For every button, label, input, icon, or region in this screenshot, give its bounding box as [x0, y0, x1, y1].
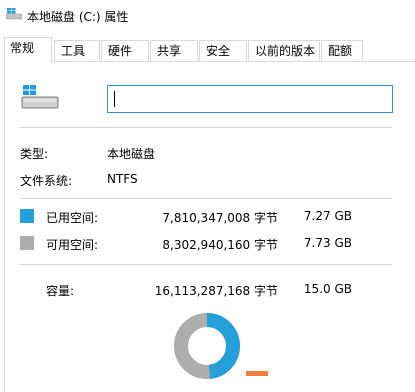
drive-name-input[interactable]: [107, 85, 393, 113]
capacity-bytes: 16,113,287,168 字节: [154, 284, 278, 298]
type-value: 本地磁盘: [107, 147, 156, 161]
free-space-swatch: [20, 236, 34, 250]
drive-icon: [21, 85, 59, 109]
used-space-size: 7.27 GB: [303, 209, 352, 223]
capacity-size: 15.0 GB: [303, 282, 352, 296]
used-space-swatch: [20, 209, 34, 223]
divider: [20, 264, 392, 265]
free-space-label: 可用空间:: [46, 238, 99, 252]
used-space-ring: [206, 313, 240, 379]
filesystem-label: 文件系统:: [20, 174, 73, 188]
divider: [20, 198, 392, 199]
free-space-bytes: 8,302,940,160 字节: [162, 238, 278, 252]
free-space-size: 7.73 GB: [303, 236, 352, 250]
used-space-bytes: 7,810,347,008 字节: [162, 211, 278, 225]
capacity-label: 容量:: [46, 284, 75, 298]
disk-cleanup-button[interactable]: [246, 371, 268, 376]
disk-usage-donut: [174, 313, 240, 379]
used-space-label: 已用空间:: [46, 211, 99, 225]
type-label: 类型:: [20, 147, 49, 161]
divider: [20, 127, 392, 128]
filesystem-value: NTFS: [107, 172, 138, 186]
text-caret: [114, 91, 115, 107]
